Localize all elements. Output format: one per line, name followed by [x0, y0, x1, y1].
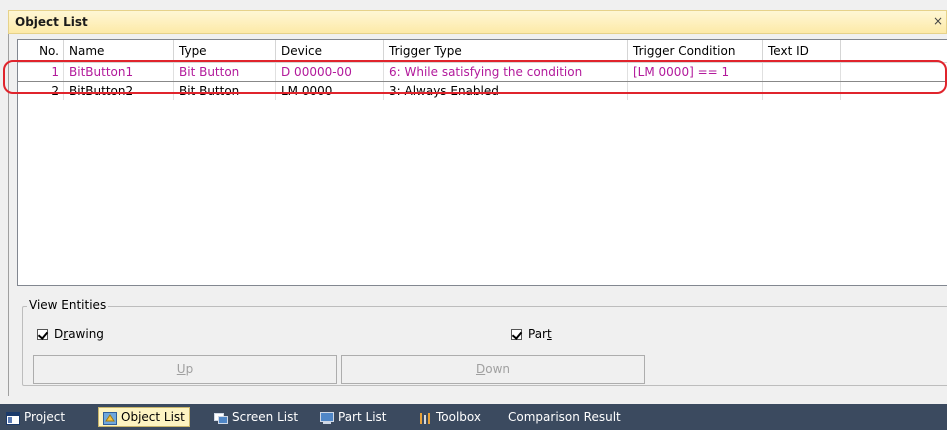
cell-text-id: [763, 82, 841, 100]
close-icon[interactable]: ×: [932, 14, 944, 28]
table-header: No. Name Type Device Trigger Type Trigge…: [18, 40, 947, 63]
column-header-device[interactable]: Device: [276, 40, 384, 62]
table-row[interactable]: 2 BitButton2 Bit Button LM 0000 3: Alway…: [18, 82, 947, 100]
cell-name: BitButton1: [64, 63, 174, 81]
tab-project[interactable]: Project: [6, 407, 65, 427]
tab-screen-list[interactable]: Screen List: [214, 407, 298, 427]
column-header-name[interactable]: Name: [64, 40, 174, 62]
column-header-trigger-condition[interactable]: Trigger Condition: [628, 40, 763, 62]
cell-device: D 00000-00: [276, 63, 384, 81]
cell-trigger-condition: [LM 0000] == 1: [628, 63, 763, 81]
drawing-checkbox[interactable]: Drawing: [37, 326, 104, 342]
cell-type: Bit Button: [174, 63, 276, 81]
panel-content: No. Name Type Device Trigger Type Trigge…: [8, 34, 947, 396]
part-list-icon: [320, 411, 334, 424]
object-list-panel: Object List × No. Name Type Device Trigg…: [0, 0, 947, 430]
cell-text-id: [763, 63, 841, 81]
view-entities-label: View Entities: [27, 298, 109, 312]
cell-type: Bit Button: [174, 82, 276, 100]
screen-list-icon: [214, 411, 228, 424]
table-row[interactable]: 1 BitButton1 Bit Button D 00000-00 6: Wh…: [18, 63, 947, 82]
up-button[interactable]: Up: [33, 355, 337, 384]
project-icon: [6, 411, 20, 425]
tab-comparison-result[interactable]: Comparison Result: [508, 407, 621, 427]
tab-toolbox[interactable]: Toolbox: [418, 407, 481, 427]
cell-no: 1: [18, 63, 64, 81]
cell-no: 2: [18, 82, 64, 100]
object-table[interactable]: No. Name Type Device Trigger Type Trigge…: [17, 39, 947, 286]
part-checkbox[interactable]: Part: [511, 326, 552, 342]
cell-trigger-type: 3: Always Enabled: [384, 82, 628, 100]
drawing-checkbox-label: Drawing: [54, 327, 104, 341]
object-list-icon: [103, 411, 117, 425]
tab-object-list[interactable]: Object List: [98, 407, 190, 427]
panel-title: Object List: [15, 15, 88, 29]
down-button[interactable]: Down: [341, 355, 645, 384]
panel-title-bar[interactable]: Object List ×: [8, 10, 947, 34]
tab-part-list[interactable]: Part List: [320, 407, 386, 427]
toolbox-icon: [418, 411, 432, 424]
column-header-text-id[interactable]: Text ID: [763, 40, 841, 62]
view-entities-group: View Entities Drawing Part Up Down: [22, 298, 947, 386]
bottom-tab-bar: Project Object List Screen List Part Lis…: [0, 404, 947, 430]
column-header-no[interactable]: No.: [18, 40, 64, 62]
cell-trigger-type: 6: While satisfying the condition: [384, 63, 628, 81]
cell-name: BitButton2: [64, 82, 174, 100]
part-checkbox-label: Part: [528, 327, 552, 341]
checkbox-checked-icon[interactable]: [511, 328, 522, 340]
column-header-trigger-type[interactable]: Trigger Type: [384, 40, 628, 62]
column-header-filler: [841, 40, 947, 62]
cell-trigger-condition: [628, 82, 763, 100]
column-header-type[interactable]: Type: [174, 40, 276, 62]
checkbox-checked-icon[interactable]: [37, 328, 48, 340]
cell-device: LM 0000: [276, 82, 384, 100]
